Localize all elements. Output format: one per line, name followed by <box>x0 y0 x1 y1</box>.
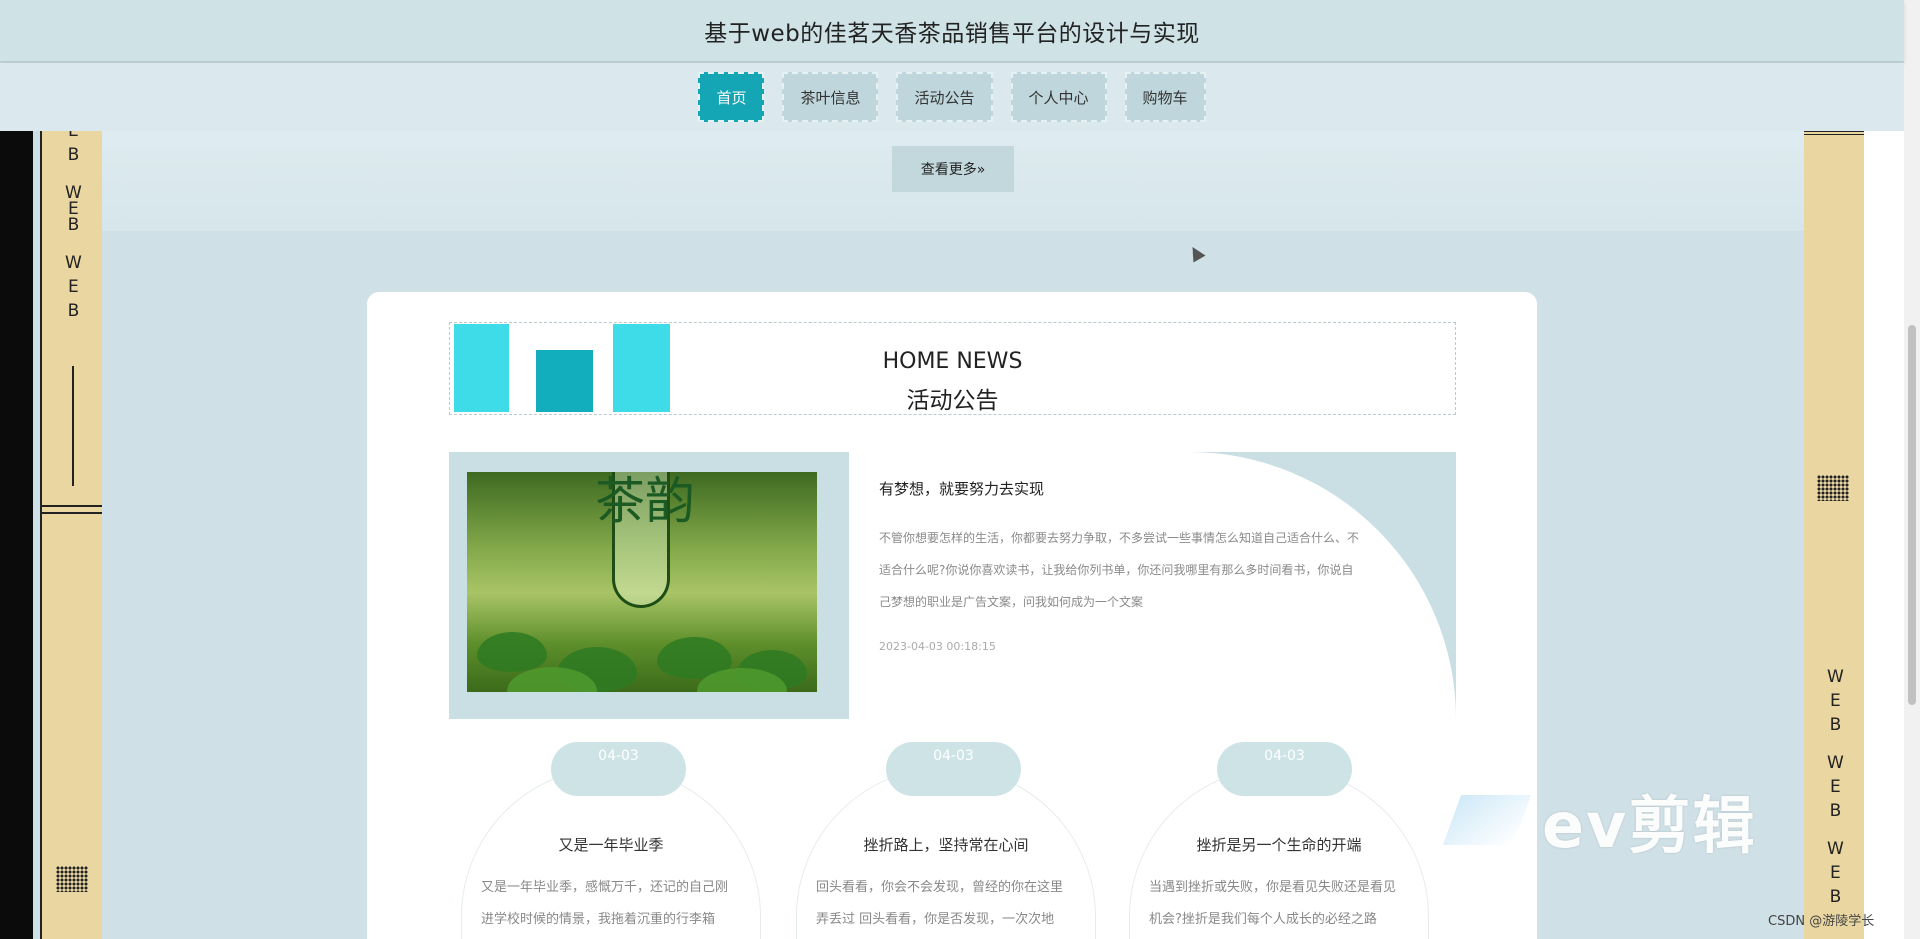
site-title: 基于web的佳茗天香茶品销售平台的设计与实现 <box>704 20 1200 47</box>
left-decor-strip: E B W E B W E B <box>40 121 102 939</box>
nav-tea-info[interactable]: 茶叶信息 <box>782 72 879 122</box>
news-date-badge: 04-03 <box>551 742 686 796</box>
news-item-body: 又是一年毕业季，感慨万千，还记的自己刚进学校时候的情景，我拖着沉重的行李箱 <box>481 880 729 927</box>
left-vertical-text: E B W E B W E B <box>65 121 82 321</box>
news-item-body: 回头看看，你会不会发现，曾经的你在这里弄丢过 回头看看，你是否发现，一次次地重 <box>816 880 1064 927</box>
video-watermark: ev剪辑 <box>1442 775 1757 865</box>
featured-news-date: 2023-04-03 00:18:15 <box>879 640 996 653</box>
left-black-panel <box>0 131 33 939</box>
news-item-body: 当遇到挫折或失败，你是看见失败还是看见机会?挫折是我们每个人成长的必经之路 <box>1149 880 1397 927</box>
mouse-cursor-icon <box>1186 243 1206 263</box>
news-item-title[interactable]: 挫折路上，坚持常在心间 <box>796 834 1096 855</box>
section-title-box: HOME NEWS 活动公告 <box>449 322 1456 415</box>
right-decor-strip: W E B W E B W E B <box>1804 131 1864 939</box>
site-header: 基于web的佳茗天香茶品销售平台的设计与实现 <box>0 0 1904 62</box>
main-nav: 首页 茶叶信息 活动公告 个人中心 购物车 <box>0 63 1904 131</box>
nav-home[interactable]: 首页 <box>698 72 765 122</box>
left-divider <box>42 512 102 514</box>
dot-grid-icon <box>1817 475 1849 501</box>
watermark-logo-icon <box>1442 795 1532 845</box>
view-more-button[interactable]: 查看更多» <box>892 146 1014 192</box>
dot-grid-icon <box>56 866 88 892</box>
page-scrollbar[interactable] <box>1904 0 1920 939</box>
nav-cart[interactable]: 购物车 <box>1124 72 1206 122</box>
right-vertical-text: W E B W E B W E B <box>1827 667 1844 907</box>
section-title-en: HOME NEWS <box>882 349 1023 374</box>
news-item-title[interactable]: 挫折是另一个生命的开端 <box>1129 834 1429 855</box>
featured-news-body: 不管你想要怎样的生活，你都要去努力争取，不多尝试一些事情怎么知道自己适合什么、不… <box>879 531 1359 609</box>
left-divider <box>42 505 102 507</box>
right-margin <box>1864 131 1904 939</box>
featured-news[interactable]: 茶韵 有梦想，就要努力去实现 不管你想要怎样的生活，你都要去努力争取，不多尝试一… <box>449 452 1456 719</box>
featured-news-image[interactable]: 茶韵 <box>467 472 817 692</box>
news-date-badge: 04-03 <box>1217 742 1352 796</box>
left-vertical-line <box>72 366 74 486</box>
csdn-credit: CSDN @游陵学长 <box>1768 914 1875 929</box>
nav-announcements[interactable]: 活动公告 <box>896 72 993 122</box>
featured-news-title[interactable]: 有梦想，就要努力去实现 <box>879 478 1044 499</box>
news-section: HOME NEWS 活动公告 茶韵 有梦想，就要努力去实现 不管你想要怎样的生活… <box>367 292 1537 939</box>
section-title-cn: 活动公告 <box>906 388 999 414</box>
news-date-badge: 04-03 <box>886 742 1021 796</box>
image-calligraphy: 茶韵 <box>595 472 695 530</box>
watermark-text: ev剪辑 <box>1542 789 1757 862</box>
featured-news-text: 有梦想，就要努力去实现 不管你想要怎样的生活，你都要去努力争取，不多尝试一些事情… <box>849 452 1456 719</box>
news-item-title[interactable]: 又是一年毕业季 <box>461 834 761 855</box>
nav-profile[interactable]: 个人中心 <box>1010 72 1107 122</box>
scrollbar-thumb[interactable] <box>1908 325 1916 705</box>
